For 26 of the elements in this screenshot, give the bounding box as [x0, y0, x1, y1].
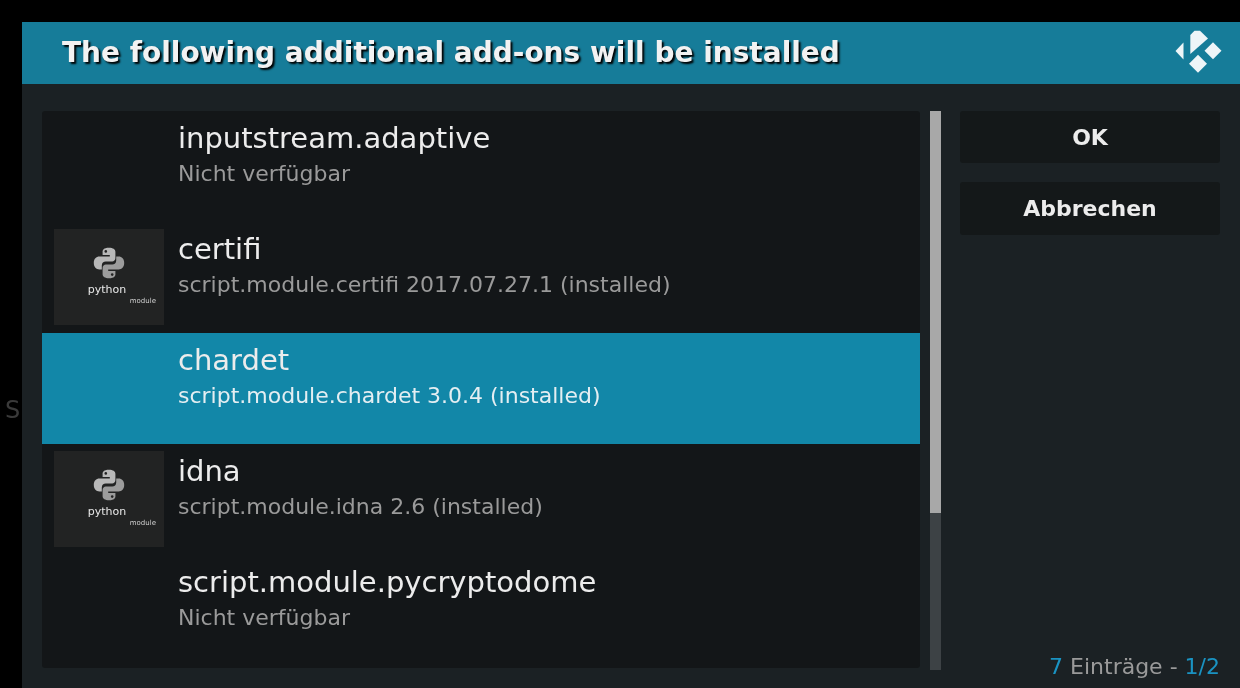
addon-detail: script.module.chardet 3.0.4 (installed): [178, 383, 601, 409]
addon-name: certifi: [178, 232, 262, 266]
footer-label: Einträge -: [1070, 654, 1178, 680]
logo-icon: [1175, 29, 1222, 73]
addon-detail: Nicht verfügbar: [178, 161, 350, 187]
logo-wordmark: python: [87, 284, 127, 296]
python-logo-icon: [92, 247, 126, 279]
list-item[interactable]: inputstream.adaptive Nicht verfügbar: [42, 111, 920, 222]
page-indicator: 1/2: [1184, 654, 1220, 680]
scrollbar-thumb[interactable]: [930, 111, 941, 514]
addon-detail: script.module.idna 2.6 (installed): [178, 494, 543, 520]
background-letter: S: [5, 396, 21, 424]
list-item[interactable]: chardet script.module.chardet 3.0.4 (installed): [42, 333, 920, 444]
addon-name: script.module.pycryptodome: [178, 565, 597, 599]
cancel-button[interactable]: Abbrechen: [960, 182, 1220, 235]
python-logo-icon: [92, 469, 126, 501]
addon-name: inputstream.adaptive: [178, 121, 491, 155]
addon-detail: Nicht verfügbar: [178, 605, 350, 631]
addon-detail: script.module.certifi 2017.07.27.1 (installed): [178, 272, 671, 298]
confirm-button[interactable]: OK: [960, 111, 1220, 163]
addon-name: chardet: [178, 343, 290, 377]
item-count: 7: [1049, 654, 1064, 680]
list-item[interactable]: script.module.pycryptodome Nicht verfügbar: [42, 555, 920, 666]
dialog-title: The following additional add-ons will be installed: [62, 36, 840, 70]
logo-wordmark: python: [87, 506, 127, 518]
addon-name: idna: [178, 454, 241, 488]
